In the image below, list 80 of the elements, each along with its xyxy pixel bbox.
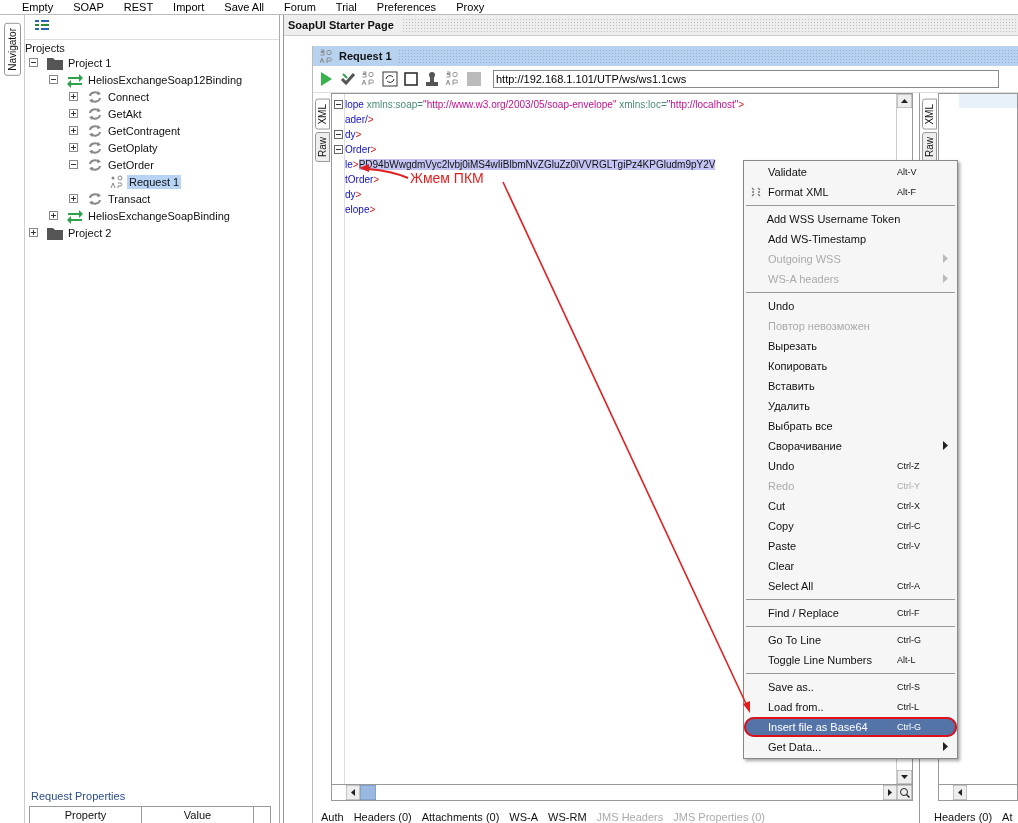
- editor-tab[interactable]: XML: [314, 99, 330, 130]
- tree-item[interactable]: Connect: [106, 89, 151, 104]
- expander-icon[interactable]: [69, 92, 78, 101]
- refresh-icon[interactable]: [382, 71, 398, 87]
- tab[interactable]: Auth: [317, 811, 348, 823]
- toolbar-button[interactable]: Preferences: [368, 2, 449, 14]
- expander-icon[interactable]: [49, 211, 58, 220]
- expander-icon[interactable]: [69, 160, 78, 169]
- tree-item[interactable]: GetAkt: [106, 106, 144, 121]
- tree-item[interactable]: HeliosExchangeSoapBinding: [86, 208, 232, 223]
- tree-item[interactable]: GetOrder: [106, 157, 156, 172]
- menu-item[interactable]: Insert file as Base64 Ctrl-G: [744, 717, 957, 737]
- tab[interactable]: Attachments (0): [417, 811, 504, 823]
- check-icon[interactable]: [340, 71, 356, 87]
- toolbar-button[interactable]: REST: [115, 2, 166, 14]
- section-title: Request Properties: [30, 790, 127, 804]
- tab[interactable]: WS-RM: [544, 811, 591, 823]
- tree-item[interactable]: Project 2: [66, 225, 114, 240]
- code-line: dy>: [345, 188, 362, 202]
- tab[interactable]: Headers (0): [349, 811, 416, 823]
- url-field[interactable]: http://192.168.1.101/UTP/ws/ws1.1cws: [493, 70, 999, 88]
- tab[interactable]: SoapUI Starter Page: [284, 19, 402, 31]
- toolbar-button[interactable]: Proxy: [448, 2, 497, 14]
- refresh-icon: [87, 122, 103, 139]
- fold-icon[interactable]: [334, 145, 343, 154]
- expander-icon[interactable]: [29, 228, 38, 237]
- toolbar-button[interactable]: SOAP: [65, 2, 116, 14]
- tab[interactable]: Headers (0): [930, 811, 997, 823]
- tree-item[interactable]: HeliosExchangeSoap12Binding: [86, 72, 245, 87]
- tree-item[interactable]: Request 1: [127, 174, 182, 189]
- column-header: Value: [142, 807, 254, 823]
- toolbar-button[interactable]: Save All: [216, 2, 277, 14]
- list-view-icon: [35, 19, 49, 31]
- code-line: lope xmlns:soap="http://www.w3.org/2003/05/soap-envelope" xmlns:loc="http://localhost">: [345, 98, 745, 112]
- stamp-icon[interactable]: [424, 71, 440, 87]
- toolbar-button[interactable]: Forum: [276, 2, 328, 14]
- soap-icon[interactable]: [361, 71, 377, 87]
- code-line: elope>: [345, 203, 376, 217]
- toolbar-button[interactable]: Empty: [14, 2, 66, 14]
- tree-root-label: Projects: [25, 41, 66, 54]
- tab[interactable]: WS-A: [505, 811, 543, 823]
- code-line: dy>: [345, 128, 362, 142]
- tree-item[interactable]: Transact: [106, 191, 153, 206]
- swap-arrows-icon: [67, 207, 83, 224]
- tree-item[interactable]: GetOplaty: [106, 140, 160, 155]
- refresh-icon: [87, 105, 103, 122]
- editor-tab[interactable]: XML: [921, 99, 937, 130]
- toolbar-button[interactable]: Import: [165, 2, 217, 14]
- navigator-tab[interactable]: Navigator: [3, 23, 21, 76]
- expander-icon[interactable]: [69, 109, 78, 118]
- code-line: tOrder>: [345, 173, 380, 187]
- toolbar-button[interactable]: Trial: [327, 2, 369, 14]
- format-icon: [750, 186, 762, 198]
- checkbox-icon[interactable]: [403, 71, 419, 87]
- refresh-icon: [87, 139, 103, 156]
- annotation-text: Жмем ПКМ: [410, 170, 484, 186]
- expander-icon[interactable]: [49, 75, 58, 84]
- expander-icon[interactable]: [29, 58, 38, 67]
- refresh-icon: [87, 88, 103, 105]
- fold-icon[interactable]: [334, 100, 343, 109]
- editor-tab[interactable]: Raw: [921, 131, 937, 162]
- soap-icon: [319, 48, 333, 64]
- expander-icon[interactable]: [69, 194, 78, 203]
- code-line: Order>: [345, 143, 377, 157]
- tree-item[interactable]: Project 1: [66, 55, 114, 70]
- request-icon: [110, 174, 124, 189]
- soap-icon[interactable]: [445, 71, 461, 87]
- fold-icon[interactable]: [334, 130, 343, 139]
- tree-item[interactable]: GetContragent: [106, 123, 183, 138]
- tab[interactable]: At: [998, 811, 1017, 823]
- refresh-icon: [87, 156, 103, 173]
- column-header: Property: [30, 807, 142, 823]
- expander-icon[interactable]: [69, 143, 78, 152]
- window-title: Request 1: [339, 50, 392, 62]
- editor-tab[interactable]: Raw: [314, 131, 330, 162]
- expander-icon[interactable]: [69, 126, 78, 135]
- code-line: le>PD94bWwgdmVyc2lvbj0iMS4wIiBlbmNvZGluZz0iVVRGLTgiPz4KPGludm9pY2V: [345, 158, 716, 172]
- swap-arrows-icon: [67, 71, 83, 88]
- refresh-icon: [87, 190, 103, 207]
- code-line: ader/>: [345, 113, 374, 127]
